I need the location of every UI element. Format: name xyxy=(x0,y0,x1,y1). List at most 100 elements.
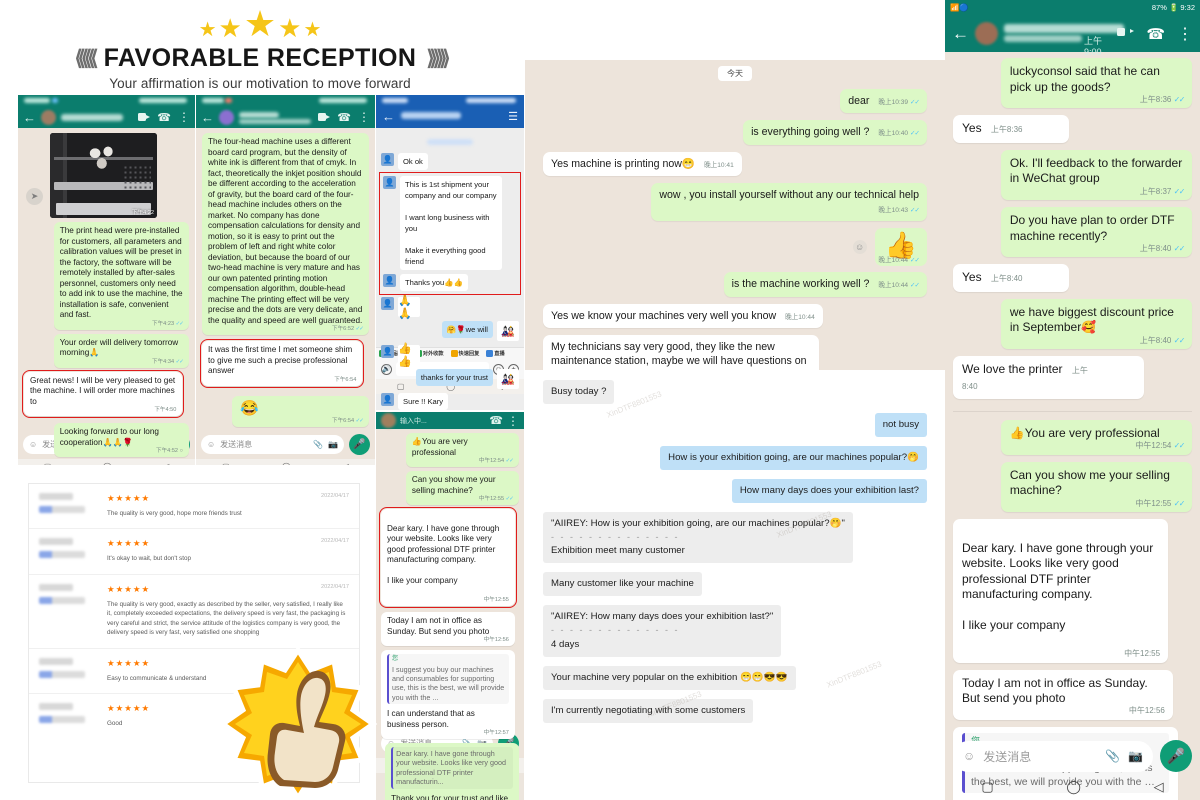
avatar[interactable] xyxy=(381,297,394,310)
message-meta: 中午12:56 xyxy=(483,637,509,644)
back-icon[interactable]: ← xyxy=(201,111,214,124)
message-text: It was the first time I met someone shim… xyxy=(208,345,353,375)
avatar[interactable] xyxy=(381,345,394,358)
message-row: "AIIREY: How many days does your exhibit… xyxy=(543,605,927,666)
star-icon: ★ xyxy=(303,19,322,41)
emoji-icon[interactable]: ☺ xyxy=(29,440,37,449)
home-nav-icon[interactable]: ◯ xyxy=(282,462,291,465)
contact-name xyxy=(401,111,508,121)
message-meta: 中午12:54 ✓✓ xyxy=(1135,441,1185,451)
message-input[interactable]: ☺ 发送消息 📎 📷 xyxy=(201,435,344,454)
recents-nav-icon[interactable]: ▢ xyxy=(981,779,993,795)
quoted-message: Dear kary. I have gone through your webs… xyxy=(391,747,513,789)
message-meta: 下午4:23 ✓✓ xyxy=(151,320,184,327)
video-call-icon[interactable] xyxy=(138,113,151,121)
back-icon[interactable]: ← xyxy=(382,109,395,124)
review-text: It's okay to wait, but don't stop xyxy=(107,555,191,563)
back-icon[interactable]: ← xyxy=(952,24,969,44)
message-meta: 下午6:54 ✓✓ xyxy=(331,418,364,425)
phone-call-icon[interactable]: ☎ xyxy=(489,414,503,427)
avatar[interactable] xyxy=(381,393,394,406)
avatar[interactable] xyxy=(381,413,396,428)
message-text: 4 days xyxy=(551,639,580,651)
more-options-icon[interactable]: ⋮ xyxy=(178,111,190,123)
message-bubble: Dear kary. I have gone through your webs… xyxy=(953,518,1169,663)
message-bubble: not busy xyxy=(874,412,927,437)
attach-icon[interactable]: 📎 xyxy=(313,440,323,449)
back-nav-icon[interactable]: ◁ xyxy=(1154,779,1164,795)
message-bubble: Yes we know your machines very well you … xyxy=(543,303,823,329)
forward-icon[interactable]: ➤ xyxy=(26,188,43,205)
more-options-icon[interactable]: ⋮ xyxy=(1177,24,1193,44)
message-text: Yes xyxy=(962,270,982,285)
star-icon: ★ xyxy=(278,13,302,43)
message-bubble: dear 晚上10:39 ✓✓ xyxy=(840,89,927,114)
more-options-icon[interactable]: ⋮ xyxy=(358,111,370,123)
message-text: wow , you install yourself without any o… xyxy=(659,188,919,201)
message-meta: 上午8:40 ✓✓ xyxy=(1139,243,1186,253)
android-navbar: ▢ ◯ ◁ xyxy=(196,459,375,465)
message-row: This is 1st shipment your company and ou… xyxy=(383,176,517,270)
message-list: ➤ 下午4:22 The print head were pre-install… xyxy=(18,128,195,457)
microphone-button[interactable]: 🎤 xyxy=(349,434,370,455)
status-bar xyxy=(196,95,375,106)
sticker-bubble: 👍👍 xyxy=(398,343,420,368)
message-text: The print head were pre-installed for cu… xyxy=(59,226,183,319)
back-icon[interactable]: ← xyxy=(23,111,36,124)
avatar[interactable] xyxy=(381,153,394,166)
phone-call-icon[interactable]: ☎ xyxy=(1146,25,1165,43)
message-meta: 中午12:55 ✓✓ xyxy=(478,496,514,503)
attach-icon[interactable]: 📎 xyxy=(1105,749,1120,763)
message-meta: 下午6:54 xyxy=(334,376,357,383)
avatar[interactable]: 🎎 xyxy=(497,321,519,341)
message-meta: 晚上10:44 ✓✓ xyxy=(878,282,920,290)
video-call-icon[interactable] xyxy=(1117,27,1135,40)
message-row: wow , you install yourself without any o… xyxy=(543,182,927,229)
contact-name xyxy=(239,111,313,124)
message-bubble: Your order will delivery tomorrow mornin… xyxy=(53,333,189,368)
right-conversation-panel: 📶🔵 87% 🔋 9:32 ← 上午9:00 ☎ ⋮ luckyconsol s… xyxy=(945,0,1200,800)
reaction-icon[interactable]: ☺ xyxy=(852,240,867,255)
back-nav-icon[interactable]: ◁ xyxy=(163,462,169,465)
message-text: dear xyxy=(848,95,870,107)
message-text: The four-head machine uses a different b… xyxy=(208,137,363,325)
back-nav-icon[interactable]: ◁ xyxy=(343,462,349,465)
phone-call-icon[interactable]: ☎ xyxy=(337,111,351,124)
menu-icon[interactable]: ☰ xyxy=(508,110,518,123)
recents-nav-icon[interactable]: ▢ xyxy=(44,462,52,465)
message-meta: 中午12:54 ✓✓ xyxy=(478,458,514,465)
recents-nav-icon[interactable]: ▢ xyxy=(222,462,230,465)
message-bubble: How is your exhibition going, are our ma… xyxy=(660,445,927,470)
message-meta: 晚上10:44 xyxy=(785,313,815,321)
avatar[interactable] xyxy=(383,176,396,189)
camera-icon[interactable]: 📷 xyxy=(1128,749,1143,763)
message-input[interactable]: ☺ 发送消息 📎 📷 xyxy=(953,740,1153,772)
phone-call-icon[interactable]: ☎ xyxy=(157,111,171,124)
message-bubble: The four-head machine uses a different b… xyxy=(202,133,369,335)
center-conversation-panel: 今天 dear 晚上10:39 ✓✓ is everything going w… xyxy=(525,60,945,760)
avatar[interactable]: 🎎 xyxy=(497,369,519,389)
emoji-icon[interactable]: ☺ xyxy=(207,440,215,449)
typing-indicator: 输入中... xyxy=(400,417,427,425)
avatar[interactable] xyxy=(383,274,396,287)
message-meta: 中午12:57 xyxy=(483,730,509,737)
reviewer-avatar xyxy=(39,538,107,563)
message-bubble: Your machine very popular on the exhibit… xyxy=(543,665,796,690)
message-text: Dear kary. I have gone through your webs… xyxy=(387,523,500,586)
quoted-message: 您 I suggest you buy our machines and con… xyxy=(387,654,509,705)
message-meta: 晚上10:40 ✓✓ xyxy=(878,130,920,138)
avatar[interactable] xyxy=(219,109,234,125)
more-options-icon[interactable]: ⋮ xyxy=(507,415,519,427)
avatar[interactable] xyxy=(975,22,998,45)
video-call-icon[interactable] xyxy=(318,113,331,121)
machine-photo[interactable]: 下午4:22 xyxy=(50,133,157,218)
emoji-icon[interactable]: ☺ xyxy=(963,749,975,763)
home-nav-icon[interactable]: ◯ xyxy=(103,462,112,465)
message-meta: 中午12:55 ✓✓ xyxy=(1135,498,1185,508)
avatar[interactable] xyxy=(41,109,56,125)
microphone-button[interactable]: 🎤 xyxy=(1160,740,1192,772)
home-nav-icon[interactable]: ◯ xyxy=(1066,779,1081,795)
camera-icon[interactable]: 📷 xyxy=(328,440,338,449)
wechat-panel-shipment: ← ☰ Ok ok This is 1st shipment your comp… xyxy=(376,95,524,410)
page-subtitle: Your affirmation is our motivation to mo… xyxy=(109,76,411,91)
